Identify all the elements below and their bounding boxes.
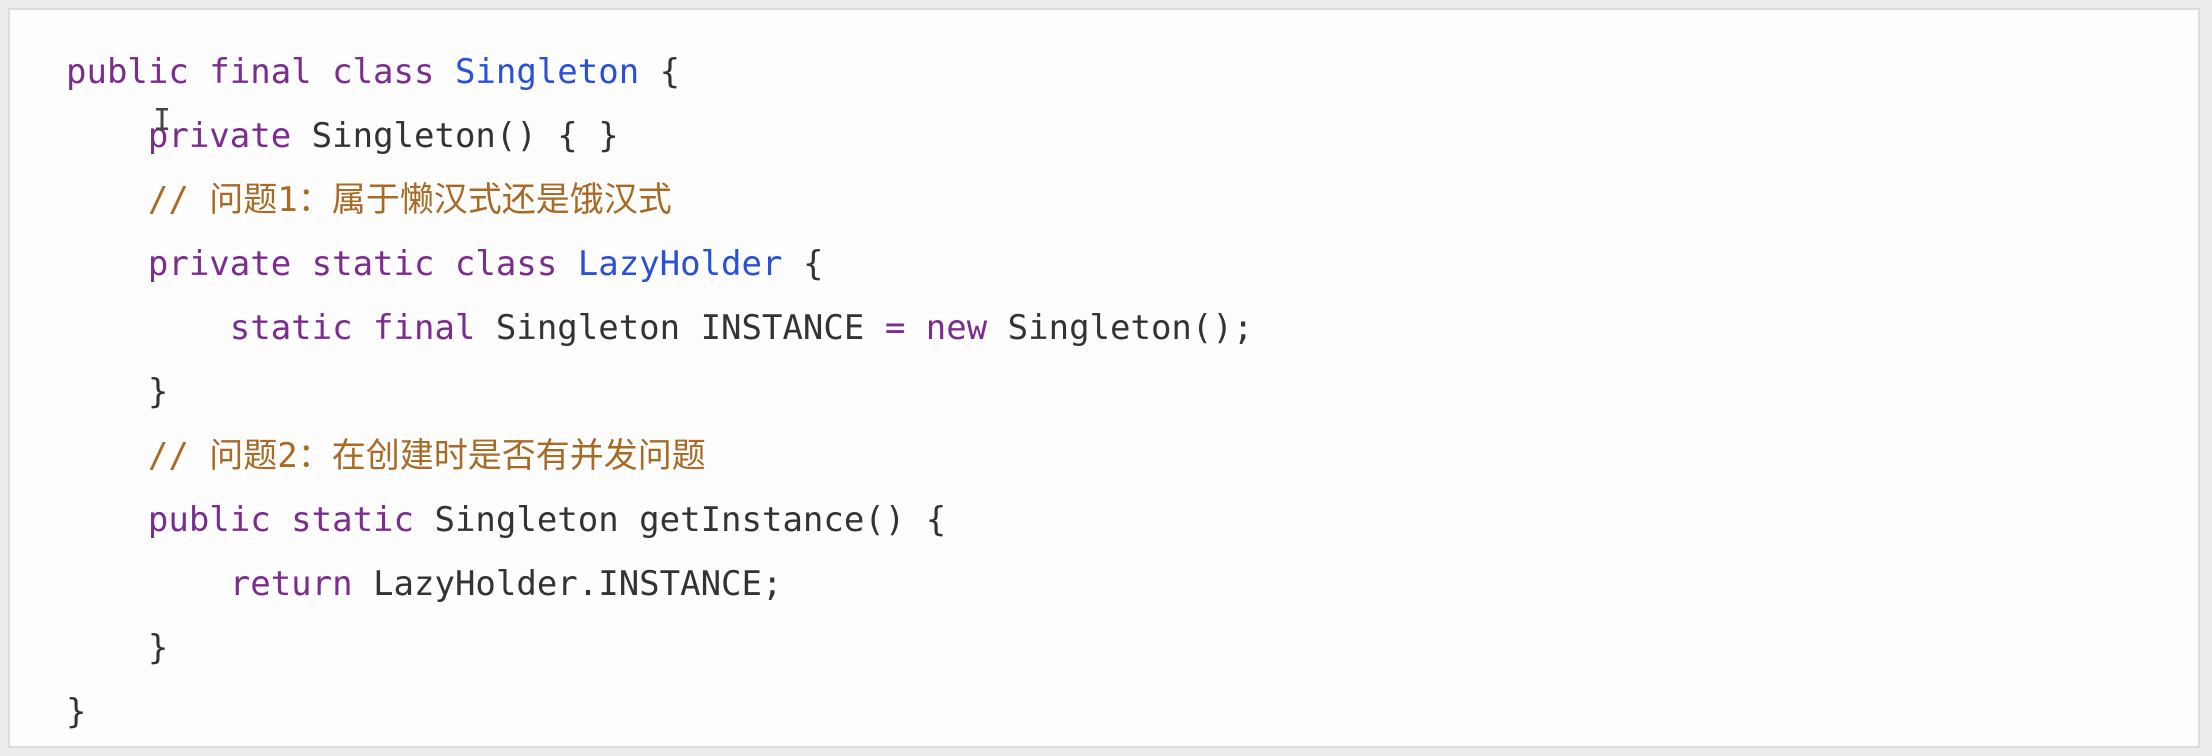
code-token: static final [229, 308, 476, 348]
code-line: // 问题1：属于懒汉式还是饿汉式 [66, 168, 1253, 232]
code-line: } [66, 360, 1253, 424]
code-token: Singleton getInstance() { [414, 500, 947, 540]
code-token: LazyHolder [577, 244, 783, 284]
code-token: { [639, 52, 681, 92]
code-token: new [925, 308, 988, 348]
code-token: // 问题1：属于懒汉式还是饿汉式 [66, 180, 672, 220]
code-token: LazyHolder.INSTANCE; [352, 564, 783, 604]
code-token: } [66, 692, 87, 732]
code-token: Singleton [454, 52, 640, 92]
code-line: } [66, 616, 1253, 680]
code-token: = [884, 308, 906, 348]
code-panel: public final class Singleton { private S… [8, 8, 2200, 748]
code-token: public static [147, 500, 414, 540]
code-line: // 问题2：在创建时是否有并发问题 [66, 424, 1253, 488]
code-line: private Singleton() { } [66, 104, 1253, 168]
text-cursor-icon: I [153, 103, 172, 138]
code-token: Singleton INSTANCE [475, 308, 885, 348]
code-token: } [66, 628, 169, 668]
code-token: return [229, 564, 353, 604]
code-line: public final class Singleton { [66, 40, 1253, 104]
code-token: Singleton() { } [291, 116, 619, 156]
screenshot-frame: public final class Singleton { private S… [0, 0, 2212, 756]
code-block: public final class Singleton { private S… [66, 40, 1253, 744]
code-line: } [66, 680, 1253, 744]
code-line: static final Singleton INSTANCE = new Si… [66, 296, 1254, 360]
code-token: private static class [147, 244, 578, 284]
code-token: } [66, 372, 169, 412]
code-token: { [782, 244, 824, 284]
code-token: Singleton(); [987, 308, 1254, 348]
code-line: private static class LazyHolder { [66, 232, 1253, 296]
code-line: return LazyHolder.INSTANCE; [66, 552, 1253, 616]
code-line: public static Singleton getInstance() { [66, 488, 1253, 552]
code-token: // 问题2：在创建时是否有并发问题 [66, 436, 706, 476]
code-token: public final class [66, 52, 455, 92]
